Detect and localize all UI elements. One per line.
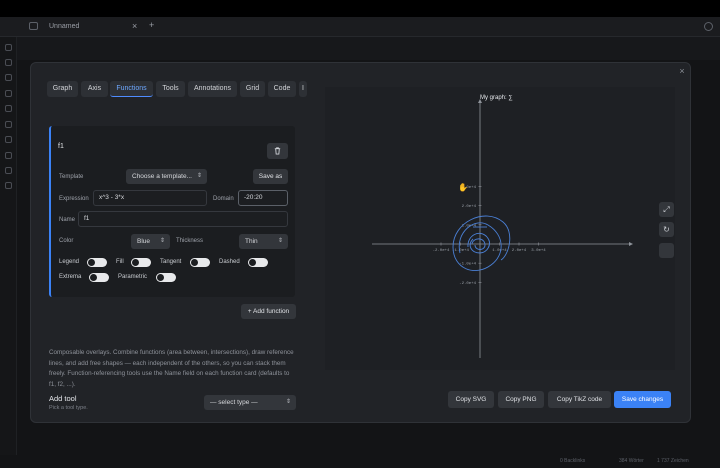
- ribbon-icon[interactable]: [5, 136, 12, 143]
- name-label: Name: [59, 217, 76, 223]
- status-bar: 0 Backlinks 384 Wörter 1 737 Zeichen: [0, 455, 720, 468]
- ribbon-icon[interactable]: [5, 152, 12, 159]
- save-changes-button[interactable]: Save changes: [614, 391, 671, 408]
- blank-tool-button[interactable]: [659, 243, 674, 258]
- delete-function-button[interactable]: [267, 143, 288, 159]
- tangent-toggle[interactable]: [190, 258, 210, 267]
- sidebar-toggle-icon[interactable]: [29, 22, 38, 30]
- function-curve: [467, 233, 490, 254]
- ribbon-icon[interactable]: [5, 74, 12, 81]
- add-function-button[interactable]: + Add function: [241, 304, 296, 319]
- tab-code[interactable]: Code: [268, 81, 296, 97]
- backlinks-count: 0 Backlinks: [560, 458, 586, 464]
- thickness-select[interactable]: Thin ⇕: [239, 234, 288, 249]
- y-tick-label: -2.0e+4: [459, 282, 476, 286]
- ribbon-icon[interactable]: [5, 121, 12, 128]
- tab-list-chevron-icon[interactable]: [704, 22, 713, 31]
- trash-icon: [274, 147, 281, 155]
- tab-functions[interactable]: Functions: [110, 81, 153, 97]
- template-select[interactable]: Choose a template... ⇕: [126, 169, 207, 184]
- copy-tikz-button[interactable]: Copy TikZ code: [548, 391, 611, 408]
- close-tab-icon[interactable]: ×: [132, 21, 137, 31]
- x-tick-label: 3.0e+4: [531, 249, 546, 253]
- extrema-label: Extrema: [59, 274, 82, 280]
- legend-label: Legend: [59, 259, 80, 265]
- ribbon-icon[interactable]: [5, 105, 12, 112]
- copy-png-button[interactable]: Copy PNG: [498, 391, 544, 408]
- extrema-toggle[interactable]: [89, 273, 109, 282]
- color-label: Color: [59, 238, 74, 244]
- domain-input[interactable]: -20:20: [238, 190, 288, 206]
- hand-cursor-icon: ✋: [458, 183, 468, 192]
- function-name-heading: f1: [58, 143, 64, 150]
- copy-svg-button[interactable]: Copy SVG: [448, 391, 494, 408]
- x-tick-label: -1.0e+4: [452, 249, 469, 253]
- color-select[interactable]: Blue ⇕: [131, 234, 170, 249]
- add-tool-title: Add tool: [49, 394, 77, 403]
- chevron-updown-icon: ⇕: [277, 238, 283, 244]
- x-axis-arrow: [629, 242, 633, 246]
- template-label: Template: [59, 174, 84, 180]
- name-input[interactable]: f1: [78, 211, 288, 227]
- thickness-select-value: Thin: [245, 238, 258, 245]
- window-top-strip: [0, 0, 720, 17]
- chevron-updown-icon: ⇕: [196, 173, 202, 179]
- x-tick-label: 1.0e+4: [492, 249, 507, 253]
- ribbon-icon[interactable]: [5, 59, 12, 66]
- template-select-value: Choose a template...: [132, 173, 192, 180]
- close-modal-icon[interactable]: ×: [677, 66, 687, 76]
- legend-toggle[interactable]: [87, 258, 107, 267]
- tool-type-select-value: — select type —: [210, 399, 258, 406]
- new-tab-icon[interactable]: +: [149, 20, 154, 30]
- color-select-value: Blue: [137, 238, 151, 245]
- thickness-label: Thickness: [176, 238, 204, 244]
- editor-toolbar: [17, 37, 720, 60]
- domain-label: Domain: [213, 196, 234, 202]
- dashed-label: Dashed: [219, 259, 240, 265]
- tab-graph[interactable]: Graph: [47, 81, 78, 97]
- expand-icon[interactable]: ⤢: [659, 202, 674, 217]
- parametric-toggle[interactable]: [156, 273, 176, 282]
- tab-annotations[interactable]: Annotations: [188, 81, 237, 97]
- dashed-toggle[interactable]: [248, 258, 268, 267]
- add-tool-hint: Pick a tool type.: [49, 405, 88, 411]
- word-count: 384 Wörter: [619, 458, 644, 464]
- tools-description: Composable overlays. Combine functions (…: [49, 349, 294, 388]
- expression-label: Expression: [59, 196, 89, 202]
- save-as-button[interactable]: Save as: [253, 169, 288, 184]
- app-tab-bar: Unnamed × +: [0, 17, 720, 37]
- chevron-updown-icon: ⇕: [285, 399, 291, 405]
- x-tick-label: 2.0e+4: [512, 249, 527, 253]
- parametric-label: Parametric: [118, 274, 148, 280]
- ribbon-icon[interactable]: [5, 167, 12, 174]
- ribbon-icon[interactable]: [5, 90, 12, 97]
- tangent-label: Tangent: [160, 259, 182, 265]
- expression-input[interactable]: x^3 - 3*x: [93, 190, 207, 206]
- chevron-updown-icon: ⇕: [159, 238, 165, 244]
- tool-type-select[interactable]: — select type — ⇕: [204, 395, 296, 410]
- chart-title: My graph: ∑: [480, 95, 513, 101]
- ribbon-icon[interactable]: [5, 44, 12, 51]
- y-tick-label: 2.0e+4: [462, 205, 477, 209]
- fill-label: Fill: [116, 259, 124, 265]
- tab-overflow[interactable]: I: [299, 81, 307, 97]
- tab-axis[interactable]: Axis: [81, 81, 108, 97]
- graph-svg: -2.0e+4 -1.0e+4 1.0e+4 2.0e+4 3.0e+43.0e+42.…: [372, 95, 633, 358]
- graph-preview: -2.0e+4 -1.0e+4 1.0e+4 2.0e+4 3.0e+4 3.0e+4 2.…: [325, 87, 675, 370]
- document-tab-title[interactable]: Unnamed: [49, 23, 79, 30]
- x-tick-label: -2.0e+4: [433, 249, 450, 253]
- ribbon-sidebar: [0, 37, 17, 468]
- tab-grid[interactable]: Grid: [240, 81, 265, 97]
- reset-icon[interactable]: ↻: [659, 222, 674, 237]
- fill-toggle[interactable]: [131, 258, 151, 267]
- char-count: 1 737 Zeichen: [657, 458, 689, 464]
- tab-tools[interactable]: Tools: [156, 81, 185, 97]
- ribbon-icon[interactable]: [5, 182, 12, 189]
